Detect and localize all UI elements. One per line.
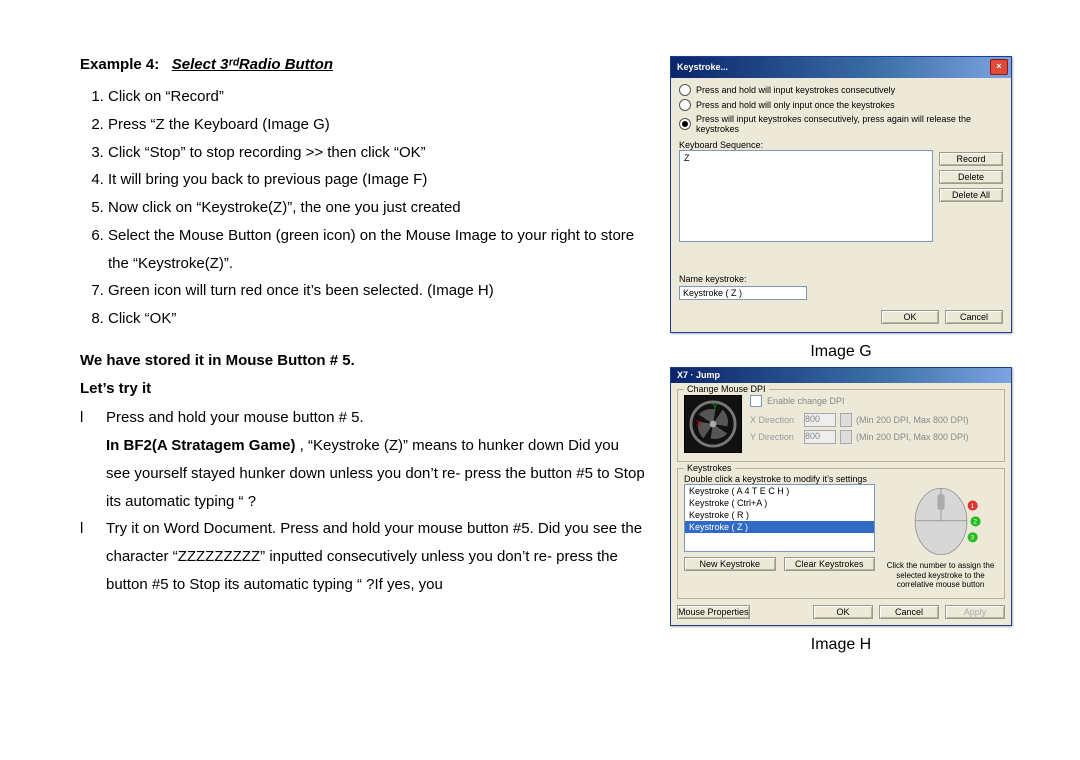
svg-text:2: 2 [973,519,977,526]
dpi-hint: (Min 200 DPI, Max 800 DPI) [856,432,969,442]
ok-button[interactable]: OK [881,310,939,324]
enable-dpi-label: Enable change DPI [767,396,845,406]
bullet-text: Press and hold your mouse button # 5. [106,404,646,432]
caption-h: Image H [666,636,1016,654]
dialog-title: X7 · Jump [677,370,720,380]
group-label: Keystrokes [684,463,735,473]
name-input[interactable]: Keystroke ( Z ) [679,286,807,300]
new-keystroke-button[interactable]: New Keystroke [684,557,776,571]
radio-option[interactable]: Press and hold will input keystrokes con… [679,84,1003,96]
mouse-properties-button[interactable]: Mouse Properties [677,605,750,619]
radio-icon[interactable] [679,99,691,111]
xdir-label: X Direction [750,415,800,425]
keystroke-hint: Double click a keystroke to modify it’s … [684,474,998,484]
list-item[interactable]: Keystroke ( A 4 T E C H ) [685,485,874,497]
dialog-title: Keystroke... [677,62,728,72]
sequence-entry[interactable]: Z [684,153,928,163]
instructions-column: Example 4: Select 3ʳᵈRadio Button Click … [80,56,646,660]
bullet-text: Try it on Word Document. Press and hold … [106,515,646,598]
step-list: Click on “Record” Press “Z the Keyboard … [80,83,646,333]
delete-button[interactable]: Delete [939,170,1003,184]
jump-dialog: X7 · Jump Change Mouse DPI [670,367,1012,626]
bullet-mark: l [80,515,106,598]
step-item: Green icon will turn red once it’s been … [108,277,646,305]
name-label: Name keystroke: [679,274,1003,284]
step-item: Click on “Record” [108,83,646,111]
radio-label: Press and hold will only input once the … [696,100,895,110]
spin-up-icon[interactable] [840,413,852,427]
svg-text:3: 3 [970,534,974,541]
caption-g: Image G [666,343,1016,361]
step-item: Now click on “Keystroke(Z)”, the one you… [108,194,646,222]
group-label: Change Mouse DPI [684,384,769,394]
keystroke-list[interactable]: Keystroke ( A 4 T E C H ) Keystroke ( Ct… [684,484,875,552]
try-list: l Press and hold your mouse button # 5. … [80,404,646,598]
step-item: Click “OK” [108,305,646,333]
bullet-mark: l [80,404,106,432]
svg-text:X: X [696,418,702,428]
ok-button[interactable]: OK [813,605,873,619]
lets-try-heading: Let’s try it [80,375,646,403]
sequence-label: Keyboard Sequence: [679,140,1003,150]
checkbox-icon[interactable] [750,395,762,407]
dpi-hint: (Min 200 DPI, Max 800 DPI) [856,415,969,425]
titlebar[interactable]: X7 · Jump [671,368,1011,383]
radio-icon[interactable] [679,118,691,130]
enable-dpi-checkbox[interactable]: Enable change DPI [750,395,998,407]
mouse-hint: Click the number to assign the selected … [883,561,998,590]
step-item: Press “Z the Keyboard (Image G) [108,111,646,139]
bullet-bold: In BF2(A Stratagem Game) [106,437,300,454]
apply-button[interactable]: Apply [945,605,1005,619]
stored-line: We have stored it in Mouse Button # 5. [80,347,646,375]
figures-column: Keystroke... × Press and hold will input… [666,56,1016,660]
radio-option[interactable]: Press and hold will only input once the … [679,99,1003,111]
example-heading: Example 4: Select 3ʳᵈRadio Button [80,56,646,73]
xdir-input[interactable]: 800 [804,413,836,427]
record-button[interactable]: Record [939,152,1003,166]
list-item[interactable]: Keystroke ( Ctrl+A ) [685,497,874,509]
ydir-input[interactable]: 800 [804,430,836,444]
list-item[interactable]: Keystroke ( Z ) [685,521,874,533]
radio-label: Press will input keystrokes consecutivel… [696,114,1003,134]
ydir-label: Y Direction [750,432,800,442]
cancel-button[interactable]: Cancel [879,605,939,619]
spin-up-icon[interactable] [840,430,852,444]
cancel-button[interactable]: Cancel [945,310,1003,324]
step-item: It will bring you back to previous page … [108,166,646,194]
mouse-icon: 1 2 3 [897,484,985,556]
radio-option[interactable]: Press will input keystrokes consecutivel… [679,114,1003,134]
svg-text:1: 1 [970,503,974,510]
clear-keystrokes-button[interactable]: Clear Keystrokes [784,557,876,571]
fan-icon: X Y [684,395,742,453]
heading-title: Select 3ʳᵈRadio Button [172,56,333,73]
close-icon[interactable]: × [990,59,1008,75]
svg-text:Y: Y [712,402,718,412]
keystrokes-group: Keystrokes Double click a keystroke to m… [677,468,1005,599]
list-item[interactable]: Keystroke ( R ) [685,509,874,521]
radio-label: Press and hold will input keystrokes con… [696,85,895,95]
delete-all-button[interactable]: Delete All [939,188,1003,202]
step-item: Select the Mouse Button (green icon) on … [108,222,646,278]
step-item: Click “Stop” to stop recording >> then c… [108,139,646,167]
titlebar[interactable]: Keystroke... × [671,57,1011,78]
sequence-list[interactable]: Z [679,150,933,242]
keystroke-dialog: Keystroke... × Press and hold will input… [670,56,1012,333]
heading-prefix: Example 4: [80,56,159,73]
bullet-text: In BF2(A Stratagem Game) , “Keystroke (Z… [106,432,646,515]
radio-icon[interactable] [679,84,691,96]
dpi-group: Change Mouse DPI [677,389,1005,462]
